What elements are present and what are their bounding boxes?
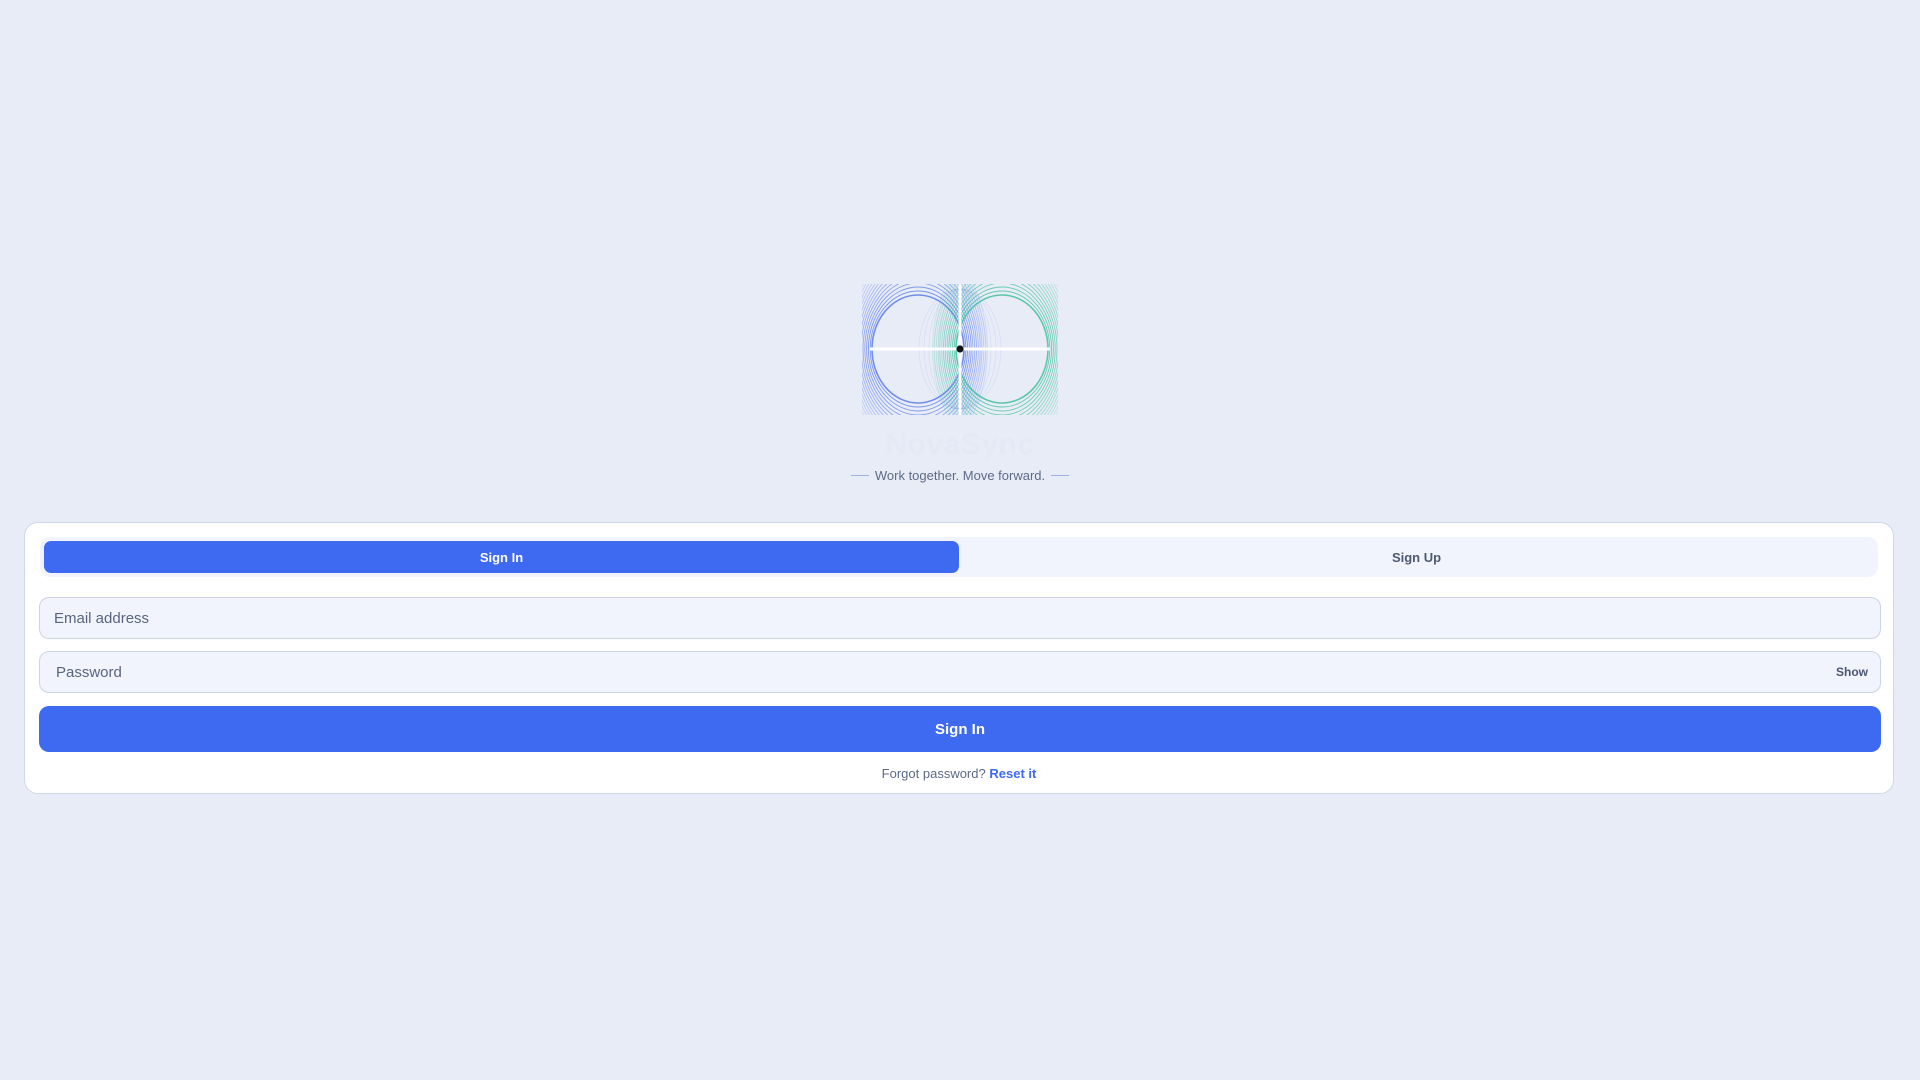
forgot-password-row: Forgot password? Reset it <box>25 766 1893 781</box>
password-field-wrapper: Show <box>39 651 1881 693</box>
password-input[interactable] <box>54 662 1836 682</box>
brand-header: NovaSync Work together. Move forward. <box>0 284 1920 483</box>
show-password-toggle[interactable]: Show <box>1836 665 1868 679</box>
tagline-divider-right <box>1051 475 1070 476</box>
auth-tabs: Sign In Sign Up <box>40 537 1878 577</box>
tagline-divider-left <box>850 475 869 476</box>
reset-password-link[interactable]: Reset it <box>989 766 1036 781</box>
tagline-row: Work together. Move forward. <box>850 468 1070 483</box>
brand-name: NovaSync <box>885 428 1035 461</box>
tab-sign-in[interactable]: Sign In <box>44 541 959 573</box>
forgot-password-text: Forgot password? <box>881 766 986 781</box>
tagline: Work together. Move forward. <box>874 468 1046 483</box>
email-input[interactable] <box>52 608 1868 628</box>
novasync-logo-icon <box>862 284 1058 415</box>
tab-sign-up[interactable]: Sign Up <box>959 541 1874 573</box>
auth-card: Sign In Sign Up Show Sign In Forgot pass… <box>24 522 1894 794</box>
email-field-wrapper <box>39 597 1881 639</box>
sign-in-button[interactable]: Sign In <box>39 706 1881 752</box>
